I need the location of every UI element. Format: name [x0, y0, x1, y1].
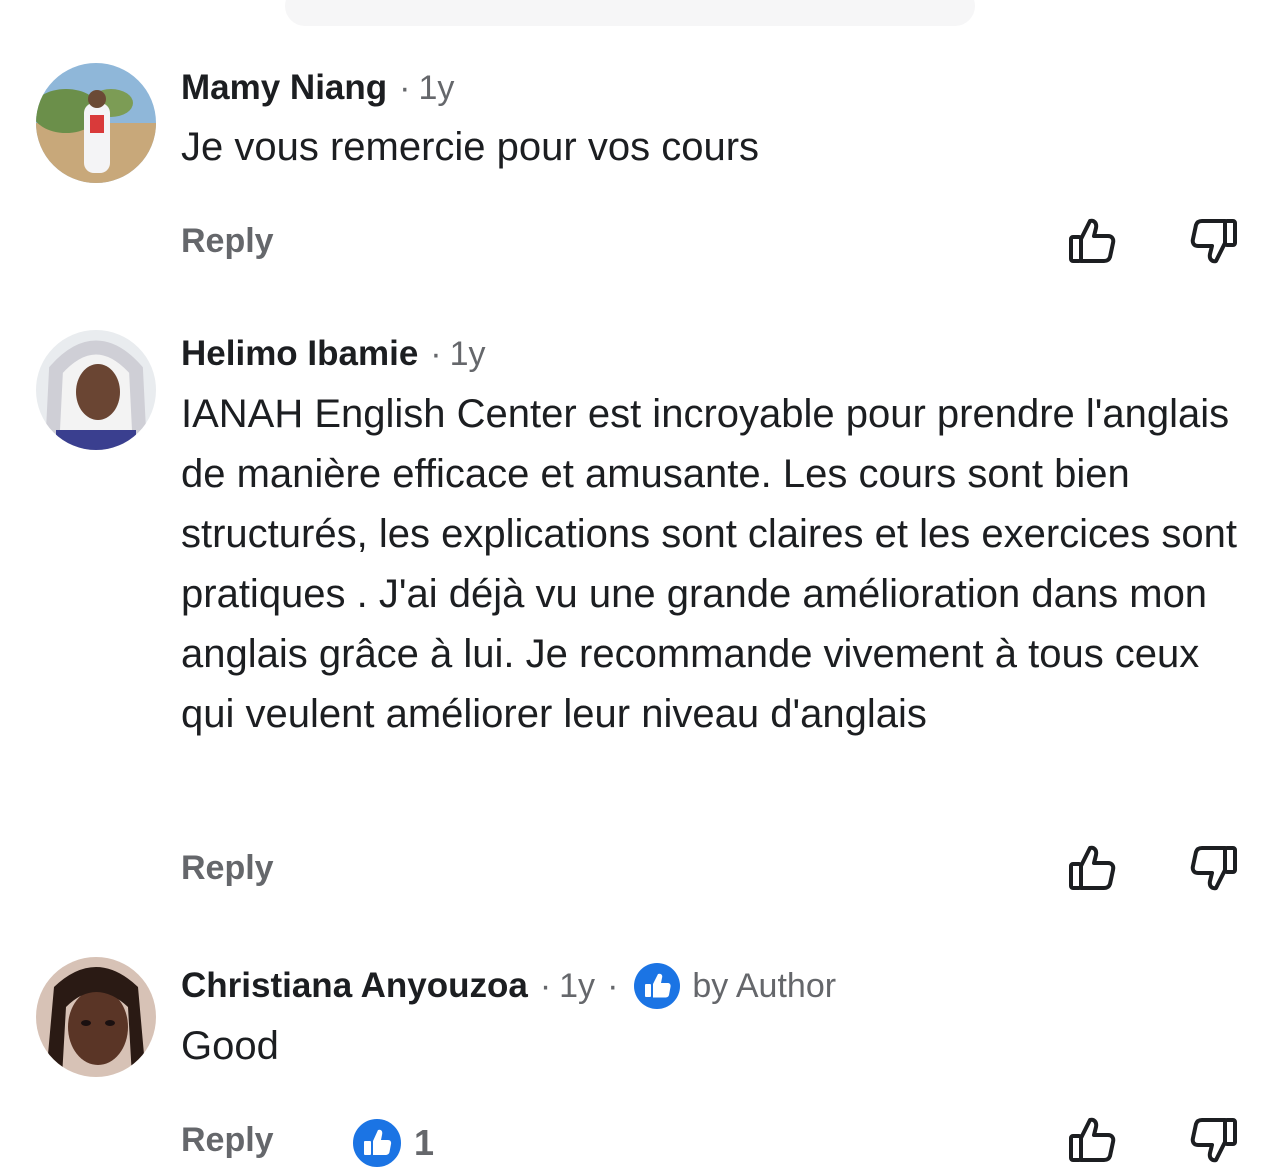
downvote-button[interactable] — [1186, 214, 1240, 268]
separator: · — [430, 334, 442, 373]
like-icon — [634, 963, 681, 1009]
comment-author[interactable]: Mamy Niang — [181, 68, 387, 108]
comment-age: 1y — [559, 966, 596, 1005]
previous-content-pill — [285, 0, 975, 26]
comment-author[interactable]: Helimo Ibamie — [181, 334, 418, 374]
downvote-button[interactable] — [1186, 1113, 1240, 1167]
comment-text: IANAH English Center est incroyable pour… — [181, 392, 1237, 736]
upvote-button[interactable] — [1066, 214, 1120, 268]
comment-author[interactable]: Christiana Anyouzoa — [181, 966, 528, 1006]
comment-text: Je vous remercie pour vos cours — [181, 125, 760, 169]
thumbs-down-outline-icon — [1190, 1118, 1237, 1163]
like-icon — [350, 1116, 404, 1170]
comment-age: 1y — [418, 68, 455, 107]
upvote-button[interactable] — [1066, 841, 1120, 895]
reply-button[interactable]: Reply — [181, 849, 274, 888]
comment-header: Mamy Niang · 1y — [181, 66, 454, 110]
comment-header: Helimo Ibamie · 1y — [181, 332, 486, 376]
thumbs-down-outline-icon — [1190, 846, 1237, 891]
reaction-count: 1 — [414, 1122, 435, 1163]
avatar[interactable] — [36, 957, 156, 1077]
upvote-button[interactable] — [1066, 1113, 1120, 1167]
thumbs-up-outline-icon — [1069, 1117, 1116, 1162]
comment-age: 1y — [449, 334, 486, 373]
downvote-button[interactable] — [1186, 841, 1240, 895]
liked-by-author-label: by Author — [692, 966, 837, 1005]
thumbs-up-outline-icon — [1069, 218, 1116, 263]
thumbs-down-outline-icon — [1190, 219, 1237, 264]
avatar[interactable] — [36, 63, 156, 183]
comment-header: Christiana Anyouzoa · 1y · by Author — [181, 963, 837, 1009]
thumbs-up-outline-icon — [1069, 845, 1116, 890]
avatar[interactable] — [36, 330, 156, 450]
reply-button[interactable]: Reply — [181, 1121, 274, 1160]
reply-button[interactable]: Reply — [181, 222, 274, 261]
reaction-summary[interactable]: 1 — [350, 1116, 434, 1170]
separator: · — [399, 68, 411, 107]
separator: · — [607, 966, 619, 1005]
separator: · — [539, 966, 552, 1005]
comment-text: Good — [181, 1024, 279, 1068]
